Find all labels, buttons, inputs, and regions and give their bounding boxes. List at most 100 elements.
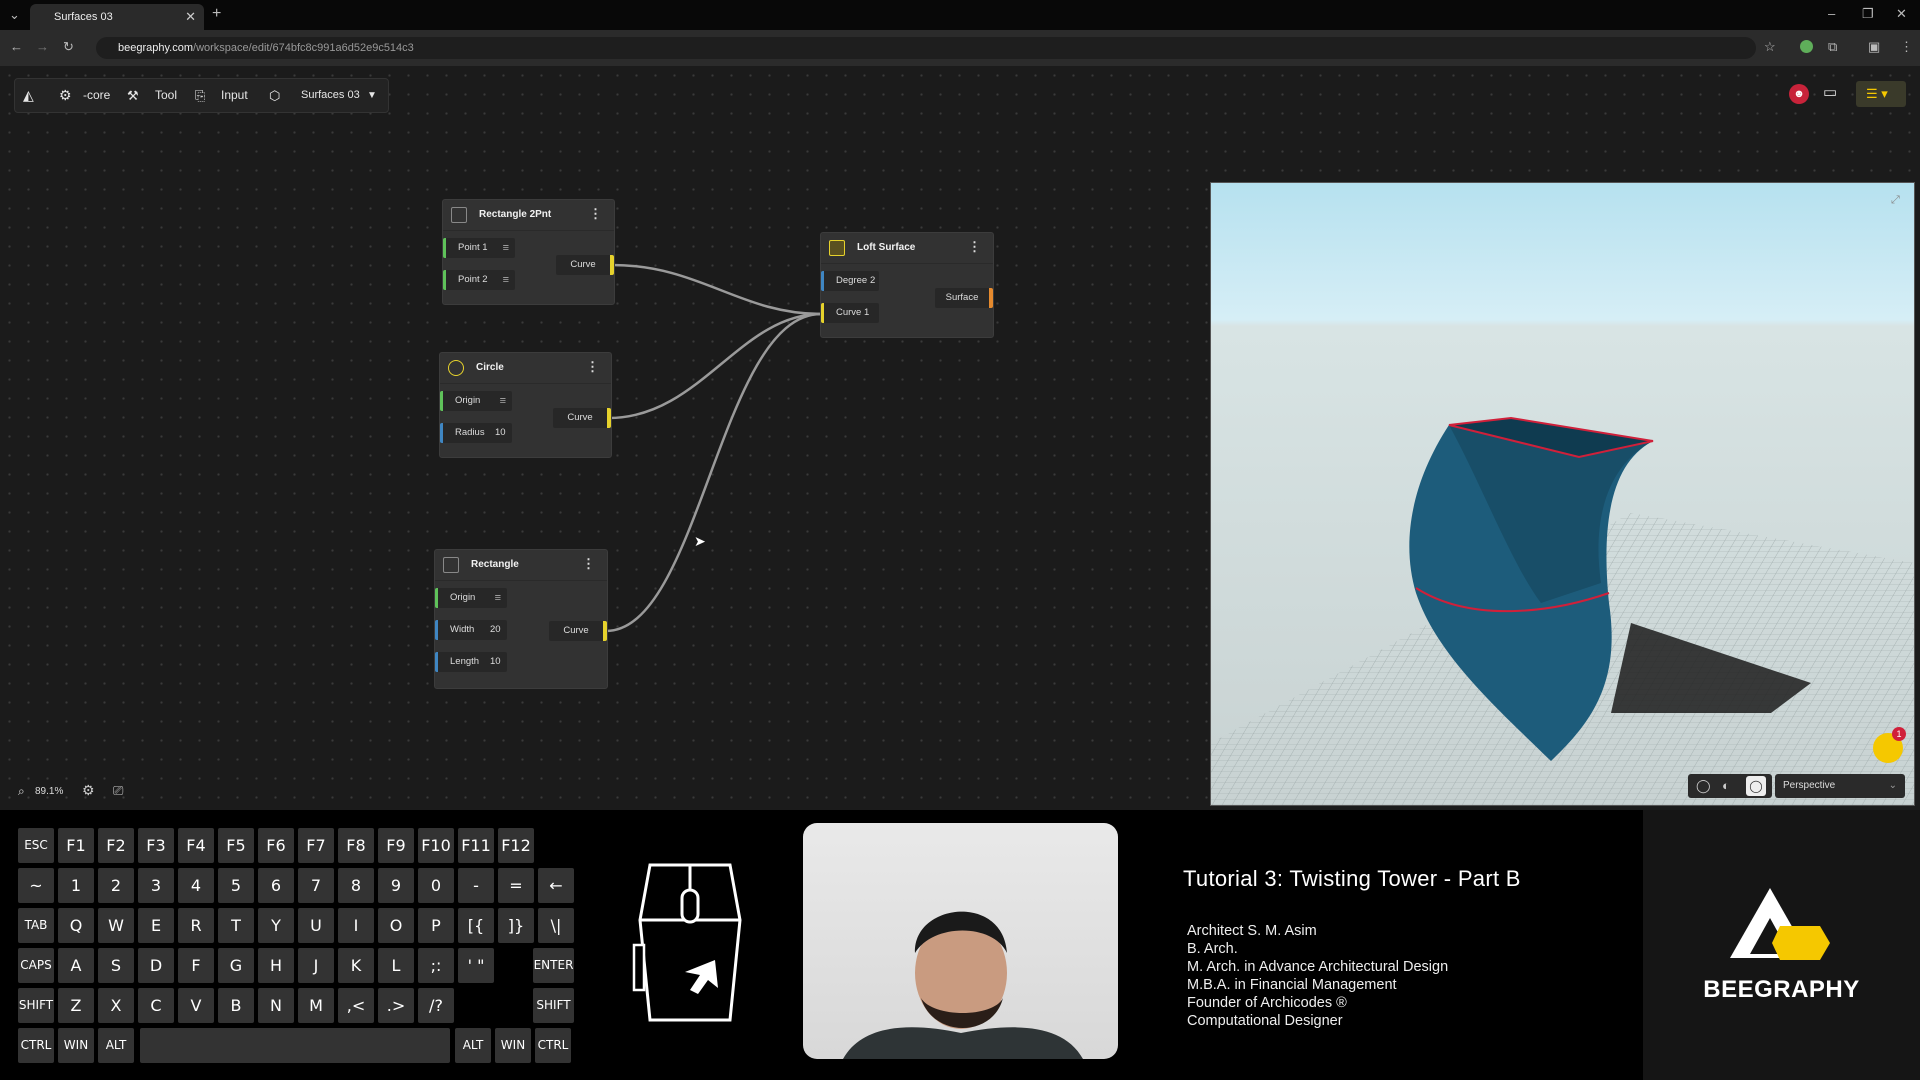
radius-value[interactable]: 10 xyxy=(495,423,506,443)
credit-line: M.B.A. in Financial Management xyxy=(1187,977,1397,993)
shaded-mode-icon[interactable]: ◐ xyxy=(1722,778,1730,793)
key-minus: - xyxy=(458,868,494,903)
key-slash: /? xyxy=(418,988,454,1023)
rectangle-icon xyxy=(451,207,467,223)
key-c: C xyxy=(138,988,174,1023)
input-port-degree[interactable]: Degree 2 xyxy=(821,271,879,291)
credit-line: Architect S. M. Asim xyxy=(1187,923,1317,939)
node-circle[interactable]: Circle ⋮ Origin ≡ Radius 10 Curve xyxy=(439,352,612,458)
key-f8: F8 xyxy=(338,828,374,863)
key-8: 8 xyxy=(338,868,374,903)
key-h: H xyxy=(258,948,294,983)
input-port-length[interactable]: Length 10 xyxy=(435,652,507,672)
output-port-curve[interactable]: Curve xyxy=(553,408,611,428)
node-rectangle[interactable]: Rectangle ⋮ Origin ≡ Width 20 Length 10 Cur… xyxy=(434,549,608,689)
output-port-curve[interactable]: Curve xyxy=(556,255,614,275)
key-tilde: ~ xyxy=(18,868,54,903)
node-menu-icon[interactable]: ⋮ xyxy=(586,359,599,375)
degree-value[interactable]: 2 xyxy=(870,271,875,291)
input-port-curve1[interactable]: Curve 1 xyxy=(821,303,879,323)
brand-name: BEEGRAPHY xyxy=(1703,976,1860,1003)
key-alt-right: ALT xyxy=(455,1028,491,1063)
key-n: N xyxy=(258,988,294,1023)
key-s: S xyxy=(98,948,134,983)
key-f1: F1 xyxy=(58,828,94,863)
key-v: V xyxy=(178,988,214,1023)
key-quote: ' " xyxy=(458,948,494,983)
node-header[interactable]: Circle ⋮ xyxy=(440,353,611,384)
camera-dropdown[interactable]: Perspective ⌄ xyxy=(1775,774,1905,798)
input-port-origin[interactable]: Origin ≡ xyxy=(440,391,512,411)
input-port-origin[interactable]: Origin ≡ xyxy=(435,588,507,608)
key-u: U xyxy=(298,908,334,943)
length-value[interactable]: 10 xyxy=(490,652,501,672)
key-5: 5 xyxy=(218,868,254,903)
key-d: D xyxy=(138,948,174,983)
fit-view-icon[interactable]: ⎚ xyxy=(113,783,123,799)
tune-icon[interactable]: ≡ xyxy=(503,270,509,290)
node-title: Rectangle 2Pnt xyxy=(479,209,552,220)
output-port-curve[interactable]: Curve xyxy=(549,621,607,641)
node-header[interactable]: Rectangle ⋮ xyxy=(435,550,607,581)
key-b: B xyxy=(218,988,254,1023)
node-title: Rectangle xyxy=(471,559,519,570)
key-caps: CAPS xyxy=(18,948,54,983)
key-z: Z xyxy=(58,988,94,1023)
zoom-icon[interactable]: ⌕ xyxy=(18,784,25,799)
key-j: J xyxy=(298,948,334,983)
beegraphy-logo-icon xyxy=(1730,888,1830,960)
key-x: X xyxy=(98,988,134,1023)
key-w: W xyxy=(98,908,134,943)
webcam-feed xyxy=(803,823,1118,1059)
key-win-left: WIN xyxy=(58,1028,94,1063)
key-f10: F10 xyxy=(418,828,454,863)
viewport-expand-icon[interactable]: ⤢ xyxy=(1891,194,1900,207)
wireframe-mode-icon[interactable]: ◯ xyxy=(1696,778,1711,794)
key-r: R xyxy=(178,908,214,943)
key-p: P xyxy=(418,908,454,943)
credit-line: Founder of Archicodes ® xyxy=(1187,995,1347,1011)
key-left-bracket: [{ xyxy=(458,908,494,943)
node-menu-icon[interactable]: ⋮ xyxy=(589,206,602,222)
output-port-surface[interactable]: Surface xyxy=(935,288,993,308)
input-port-width[interactable]: Width 20 xyxy=(435,620,507,640)
key-shift-left: SHIFT xyxy=(18,988,54,1023)
key-enter: ENTER xyxy=(533,948,574,983)
tutorial-title: Tutorial 3: Twisting Tower - Part B xyxy=(1183,866,1521,891)
credit-line: M. Arch. in Advance Architectural Design xyxy=(1187,959,1449,975)
rendered-mode-icon[interactable]: ◯ xyxy=(1746,776,1766,796)
key-m: M xyxy=(298,988,334,1023)
key-l: L xyxy=(378,948,414,983)
input-port-point1[interactable]: Point 1 ≡ xyxy=(443,238,515,258)
tune-icon[interactable]: ≡ xyxy=(500,391,506,411)
width-value[interactable]: 20 xyxy=(490,620,501,640)
key-f9: F9 xyxy=(378,828,414,863)
key-f7: F7 xyxy=(298,828,334,863)
key-6: 6 xyxy=(258,868,294,903)
node-rectangle-2pnt[interactable]: Rectangle 2Pnt ⋮ Point 1 ≡ Point 2 ≡ Curve xyxy=(442,199,615,305)
input-port-radius[interactable]: Radius 10 xyxy=(440,423,512,443)
input-port-point2[interactable]: Point 2 ≡ xyxy=(443,270,515,290)
key-t: T xyxy=(218,908,254,943)
node-menu-icon[interactable]: ⋮ xyxy=(968,239,981,255)
tune-icon[interactable]: ≡ xyxy=(495,588,501,608)
key-i: I xyxy=(338,908,374,943)
node-header[interactable]: Loft Surface ⋮ xyxy=(821,233,993,264)
key-4: 4 xyxy=(178,868,214,903)
tune-icon[interactable]: ≡ xyxy=(503,238,509,258)
key-g: G xyxy=(218,948,254,983)
key-3: 3 xyxy=(138,868,174,903)
key-0: 0 xyxy=(418,868,454,903)
key-f2: F2 xyxy=(98,828,134,863)
3d-viewport[interactable] xyxy=(1210,182,1915,806)
canvas-settings-icon[interactable]: ⚙ xyxy=(82,782,95,799)
key-ctrl-right: CTRL xyxy=(535,1028,571,1063)
node-menu-icon[interactable]: ⋮ xyxy=(582,556,595,572)
node-loft-surface[interactable]: Loft Surface ⋮ Degree 2 Curve 1 Surface xyxy=(820,232,994,338)
chevron-down-icon: ⌄ xyxy=(1888,780,1897,791)
key-alt-left: ALT xyxy=(98,1028,134,1063)
key-win-right: WIN xyxy=(495,1028,531,1063)
node-header[interactable]: Rectangle 2Pnt ⋮ xyxy=(443,200,614,231)
key-k: K xyxy=(338,948,374,983)
key-f4: F4 xyxy=(178,828,214,863)
